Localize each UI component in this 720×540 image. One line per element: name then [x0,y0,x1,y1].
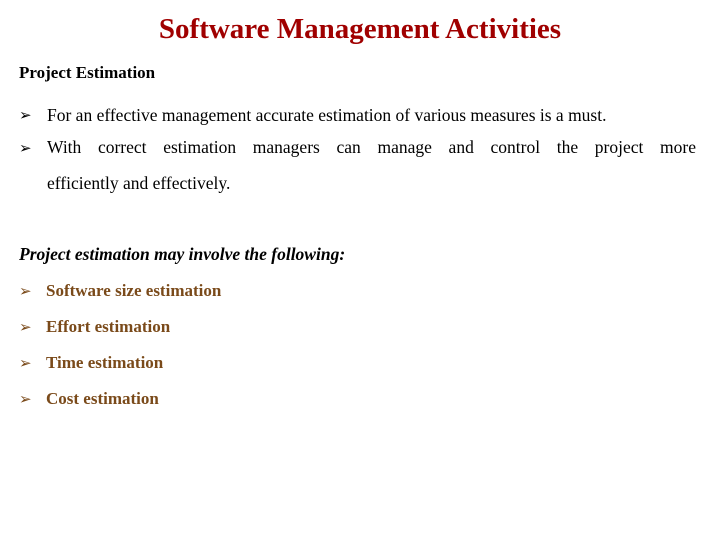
list-item-label: Software size estimation [46,281,222,300]
list-item: ➢ Time estimation [19,353,163,373]
arrow-bullet-icon: ➢ [19,392,32,408]
arrow-bullet-icon: ➢ [19,320,32,336]
list-intro: Project estimation may involve the follo… [19,244,346,264]
bullet-text: With correct estimation managers can man… [47,137,696,157]
list-item-label: Cost estimation [46,389,159,408]
arrow-bullet-icon: ➢ [19,356,32,372]
list-item: ➢ Cost estimation [19,389,159,409]
arrow-bullet-icon: ➢ [19,284,32,300]
list-item-label: Effort estimation [46,317,171,336]
list-item-label: Time estimation [46,353,164,372]
list-item: ➢ Software size estimation [19,281,221,301]
bullet-text: For an effective management accurate est… [47,105,607,125]
bullet-text-continuation: efficiently and effectively. [47,173,231,193]
arrow-bullet-icon: ➢ [19,141,32,157]
list-item: ➢ Effort estimation [19,317,170,337]
section-heading: Project Estimation [19,63,156,82]
arrow-bullet-icon: ➢ [19,108,32,124]
slide-title: Software Management Activities [158,13,562,45]
